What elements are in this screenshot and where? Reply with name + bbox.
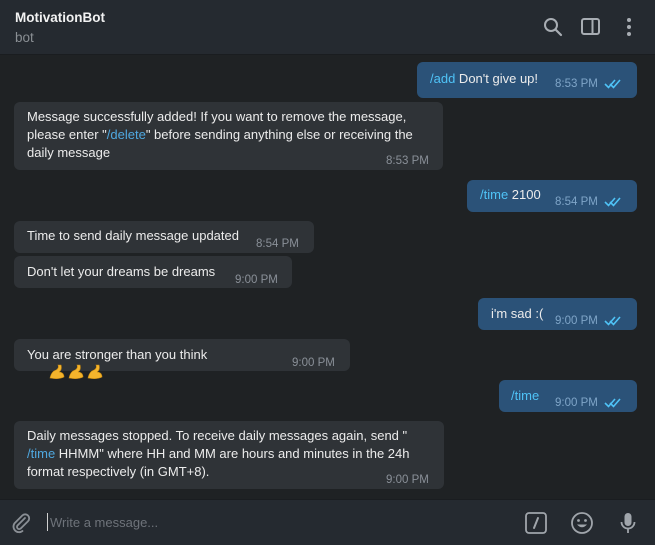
message-text-body: Don't give up! (455, 71, 539, 86)
command-link[interactable]: /time (480, 187, 508, 202)
chat-title[interactable]: MotivationBot (15, 10, 105, 25)
message-timestamp: 8:54 PM (256, 238, 299, 250)
double-check-icon (604, 396, 622, 414)
message-timestamp: 8:53 PM (555, 78, 598, 90)
message-bubble-outgoing[interactable]: /time 9:00 PM (499, 380, 637, 412)
search-icon[interactable] (542, 16, 564, 38)
flexed-biceps-emoji (27, 364, 105, 380)
message-bubble-incoming[interactable]: Daily messages stopped. To receive daily… (14, 421, 444, 489)
message-time: 8:53 PM (555, 75, 622, 95)
microphone-icon[interactable] (616, 511, 640, 535)
message-timestamp: 8:53 PM (386, 155, 429, 167)
message-text: /time (511, 387, 539, 405)
emoji-icon[interactable] (570, 511, 594, 535)
message-text: i'm sad :( (491, 306, 544, 321)
message-bubble-incoming[interactable]: Don't let your dreams be dreams 9:00 PM (14, 256, 292, 288)
message-timestamp: 9:00 PM (292, 357, 335, 369)
sidebar-toggle-icon[interactable] (580, 16, 602, 38)
message-line: Daily messages stopped. To receive daily… (27, 428, 408, 443)
message-text-body: 2100 (508, 187, 541, 202)
message-text: You are stronger than you think (27, 346, 211, 382)
message-text-part: " before sending anything else or receiv… (145, 127, 413, 142)
message-time: 9:00 PM (555, 394, 622, 414)
message-line: daily message (27, 145, 111, 160)
message-text-part: please enter " (27, 127, 107, 142)
chat-subtitle: bot (15, 30, 34, 45)
command-link[interactable]: /time (511, 388, 539, 403)
text-caret (47, 513, 48, 531)
message-text-part: HHMM" where HH and MM are hours and minu… (55, 446, 410, 461)
command-link[interactable]: /time (27, 446, 55, 461)
attach-icon[interactable] (9, 511, 33, 535)
message-timestamp: 9:00 PM (386, 474, 429, 486)
message-bubble-incoming[interactable]: Time to send daily message updated 8:54 … (14, 221, 314, 253)
message-line: Message successfully added! If you want … (27, 109, 407, 124)
message-timestamp: 8:54 PM (555, 196, 598, 208)
double-check-icon (604, 195, 622, 213)
message-text: Don't let your dreams be dreams (27, 264, 216, 279)
chat-header: MotivationBot bot (0, 0, 655, 55)
message-time: 9:00 PM (555, 312, 622, 332)
double-check-icon (604, 77, 622, 95)
message-bubble-outgoing[interactable]: /add Don't give up! 8:53 PM (417, 62, 637, 98)
message-timestamp: 9:00 PM (555, 315, 598, 327)
message-composer: Write a message... (0, 499, 655, 545)
message-bubble-incoming[interactable]: Message successfully added! If you want … (14, 102, 443, 170)
message-text: /time 2100 (480, 186, 541, 204)
message-text: Time to send daily message updated (27, 228, 239, 243)
double-check-icon (604, 314, 622, 332)
message-list[interactable]: /add Don't give up! 8:53 PM Message succ… (0, 55, 655, 498)
message-text: /add Don't give up! (430, 70, 538, 88)
message-timestamp: 9:00 PM (235, 274, 278, 286)
message-bubble-outgoing[interactable]: i'm sad :( 9:00 PM (478, 298, 637, 330)
command-link[interactable]: /add (430, 71, 455, 86)
message-bubble-outgoing[interactable]: /time 2100 8:54 PM (467, 180, 637, 212)
message-line: /time HHMM" where HH and MM are hours an… (27, 445, 410, 463)
command-link[interactable]: /delete (107, 127, 146, 142)
message-bubble-incoming[interactable]: You are stronger than you think 9:00 PM (14, 339, 350, 379)
message-line: format respectively (in GMT+8). (27, 464, 210, 479)
more-vertical-icon[interactable] (618, 16, 640, 38)
message-timestamp: 9:00 PM (555, 397, 598, 409)
message-time: 8:54 PM (555, 193, 622, 213)
message-input[interactable]: Write a message... (50, 515, 490, 533)
commands-icon[interactable] (524, 511, 548, 535)
message-text-body: You are stronger than you think (27, 347, 208, 362)
message-line: please enter "/delete" before sending an… (27, 126, 413, 144)
